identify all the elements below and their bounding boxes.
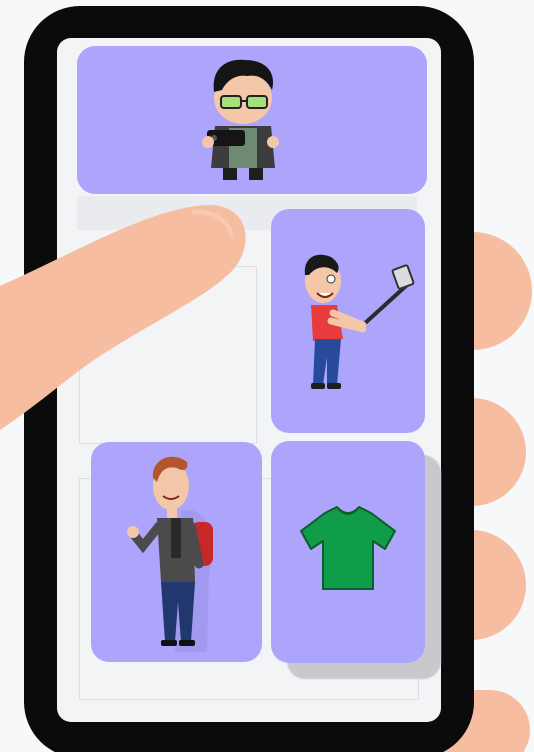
card-selfie-character[interactable] (271, 209, 425, 433)
backpack-character-icon (127, 456, 213, 652)
illustration-stage (0, 0, 534, 752)
pointing-finger (0, 204, 246, 430)
selfie-stick-character-icon (304, 254, 415, 389)
card-backpacker-character[interactable] (91, 442, 262, 662)
green-tshirt-icon (300, 506, 396, 590)
card-tshirt[interactable] (271, 441, 425, 663)
